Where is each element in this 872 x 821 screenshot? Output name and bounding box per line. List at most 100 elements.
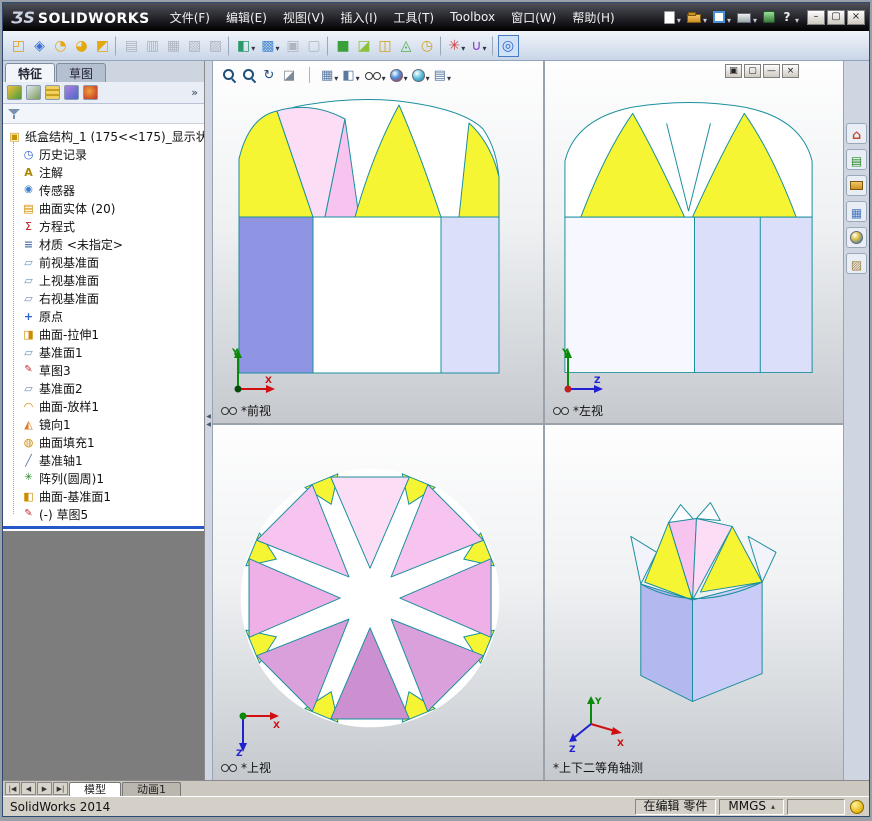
top-view-star[interactable] [240, 468, 500, 728]
tree-item-surface-extrude1[interactable]: 曲面-拉伸1 [3, 325, 204, 343]
apply-scene-button[interactable] [410, 64, 432, 86]
tree-item-front-plane[interactable]: 前视基准面 [3, 253, 204, 271]
configurationmanager-tab-icon[interactable] [45, 85, 60, 100]
tree-item-surface-bodies[interactable]: 曲面实体 (20) [3, 199, 204, 217]
open-button[interactable] [686, 8, 707, 27]
iso-view-body[interactable] [640, 581, 763, 702]
view-settings-button[interactable] [432, 64, 453, 86]
viewport-close-button[interactable]: × [782, 64, 799, 78]
quick-tips-icon[interactable] [850, 799, 864, 814]
front-view-body[interactable] [238, 216, 500, 374]
file-explorer-tab[interactable] [846, 175, 867, 196]
tree-item-history[interactable]: 历史记录 [3, 145, 204, 163]
tree-item-material[interactable]: 材质 <未指定> [3, 235, 204, 253]
propertymanager-tab-icon[interactable] [26, 85, 41, 100]
tab-model[interactable]: 模型 [69, 782, 121, 796]
displaymanager-tab-icon[interactable] [64, 85, 79, 100]
tree-item-mirror1[interactable]: 镜向1 [3, 415, 204, 433]
new-document-button[interactable] [663, 8, 681, 27]
toolbar-tool-button[interactable]: ▥ [142, 35, 163, 57]
tree-item-plane2[interactable]: 基准面2 [3, 379, 204, 397]
minimize-button[interactable]: – [807, 9, 825, 25]
zoom-area-button[interactable] [239, 64, 259, 86]
solidworks-resources-tab[interactable] [846, 123, 867, 144]
menu-edit[interactable]: 编辑(E) [218, 3, 275, 31]
tree-item-top-plane[interactable]: 上视基准面 [3, 271, 204, 289]
view-orientation-button[interactable] [319, 64, 340, 86]
toolbar-tool-button[interactable]: ◰ [8, 35, 29, 57]
toolbar-tool-button[interactable]: ◔ [50, 35, 71, 57]
print-button[interactable] [736, 8, 757, 27]
tree-item-sketch3[interactable]: 草图3 [3, 361, 204, 379]
custom-properties-tab[interactable] [846, 253, 867, 274]
rotate-view-button[interactable] [259, 64, 279, 86]
toolbar-tool-button[interactable]: ◧ [234, 35, 258, 57]
design-library-tab[interactable] [846, 149, 867, 170]
toolbar-tool-button[interactable]: ◎ [497, 34, 519, 57]
menu-insert[interactable]: 插入(I) [333, 3, 386, 31]
first-tab-button[interactable]: |◀ [5, 782, 20, 795]
tree-item-plane1[interactable]: 基准面1 [3, 343, 204, 361]
viewport-split-button[interactable]: ▢ [744, 64, 761, 78]
units-selector[interactable]: MMGS ▴ [719, 798, 784, 815]
toolbar-tool-button[interactable]: ◩ [92, 35, 113, 57]
tree-item-sensors[interactable]: 传感器 [3, 181, 204, 199]
featuremanager-tab-ic​on[interactable] [7, 85, 22, 100]
toolbar-tool-button[interactable]: ◬ [396, 35, 417, 57]
zoom-fit-button[interactable] [219, 64, 239, 86]
toolbar-tool-button[interactable]: ◈ [29, 35, 50, 57]
rebuild-button[interactable] [762, 11, 775, 23]
edit-appearance-button[interactable] [388, 64, 410, 86]
view-palette-tab[interactable] [846, 201, 867, 222]
viewport-isometric[interactable]: Y X Z *上下二等角轴测 [545, 425, 843, 780]
toolbar-tool-button[interactable]: ◷ [417, 35, 438, 57]
tree-item-axis1[interactable]: 基准轴1 [3, 451, 204, 469]
viewport-restore-button[interactable]: ▣ [725, 64, 742, 78]
tab-motion1[interactable]: 动画1 [122, 782, 181, 796]
tree-root-part[interactable]: 纸盒结构_1 (175<<175)_显示状 [3, 127, 204, 145]
tree-item-sketch5[interactable]: (-) 草图5 [3, 505, 204, 523]
tree-item-right-plane[interactable]: 右视基准面 [3, 289, 204, 307]
toolbar-tool-button[interactable]: ▤ [121, 35, 142, 57]
viewport-top[interactable]: X Z *上视 [213, 425, 543, 780]
menu-window[interactable]: 窗口(W) [503, 3, 564, 31]
prev-tab-button[interactable]: ◀ [21, 782, 36, 795]
toolbar-tool-button[interactable]: ▧ [184, 35, 205, 57]
manager-tabs-overflow[interactable]: » [191, 86, 200, 99]
tree-item-equations[interactable]: 方程式 [3, 217, 204, 235]
menu-view[interactable]: 视图(V) [275, 3, 333, 31]
tree-item-circular-pattern1[interactable]: 阵列(圆周)1 [3, 469, 204, 487]
toolbar-tool-button[interactable]: ■ [333, 35, 354, 57]
viewport-left[interactable]: Y Z *左视 [545, 61, 843, 423]
tree-item-annotations[interactable]: 注解 [3, 163, 204, 181]
toolbar-tool-button[interactable]: ▢ [304, 35, 325, 57]
tab-sketch[interactable]: 草图 [56, 63, 107, 82]
viewport-minimize-button[interactable]: — [763, 64, 780, 78]
maximize-button[interactable]: ▢ [827, 9, 845, 25]
section-view-button[interactable] [279, 64, 299, 86]
collapse-panel-icon[interactable]: ◀ ◀ [205, 413, 212, 429]
last-tab-button[interactable]: ▶| [53, 782, 68, 795]
display-style-button[interactable] [340, 64, 361, 86]
left-view-crown[interactable] [564, 102, 813, 218]
hide-show-items-button[interactable] [362, 64, 388, 86]
tree-item-surface-loft1[interactable]: 曲面-放样1 [3, 397, 204, 415]
viewport-front[interactable]: Y X *前视 [213, 61, 543, 423]
tab-features[interactable]: 特征 [5, 63, 56, 82]
close-button[interactable]: × [847, 9, 865, 25]
appearances-tab[interactable] [846, 227, 867, 248]
menu-tools[interactable]: 工具(T) [385, 3, 442, 31]
panel-splitter[interactable]: ◀ ◀ [205, 61, 213, 780]
toolbar-tool-button[interactable]: ◕ [71, 35, 92, 57]
toolbar-tool-button[interactable]: ◪ [354, 35, 375, 57]
rollback-bar[interactable] [3, 526, 204, 529]
menu-file[interactable]: 文件(F) [162, 3, 218, 31]
make-drawing-button[interactable] [712, 8, 731, 27]
tree-item-surface-plane1[interactable]: 曲面-基准面1 [3, 487, 204, 505]
toolbar-tool-button[interactable]: ▨ [205, 35, 226, 57]
dimxpertmanager-tab-icon[interactable] [83, 85, 98, 100]
toolbar-tool-button[interactable]: ▩ [258, 35, 282, 57]
next-tab-button[interactable]: ▶ [37, 782, 52, 795]
menu-help[interactable]: 帮助(H) [564, 3, 622, 31]
tree-item-origin[interactable]: 原点 [3, 307, 204, 325]
